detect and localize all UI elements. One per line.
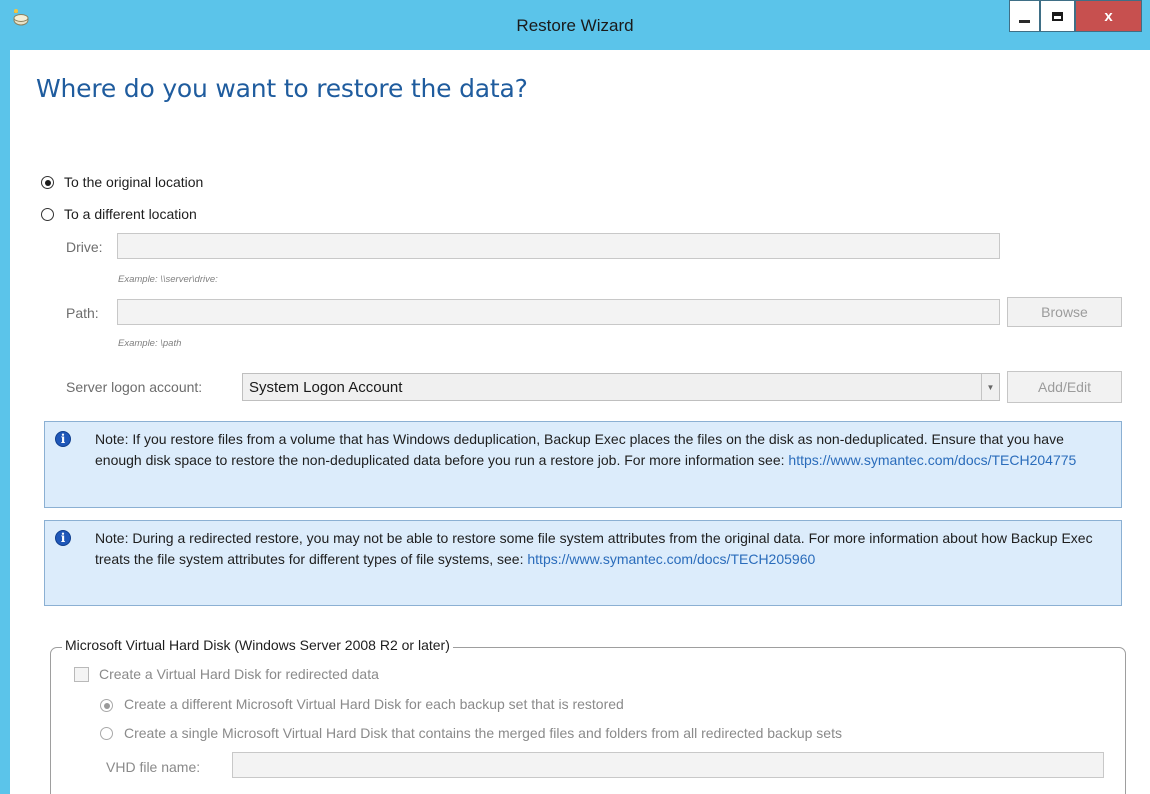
- chevron-down-icon[interactable]: ▼: [981, 374, 999, 400]
- vhd-single-radio[interactable]: [100, 727, 113, 740]
- close-button[interactable]: x: [1075, 0, 1142, 32]
- original-location-radio[interactable]: [41, 176, 54, 189]
- title-bar[interactable]: Restore Wizard x: [0, 0, 1150, 50]
- info-icon: i: [55, 431, 71, 447]
- redirected-restore-note-text: Note: During a redirected restore, you m…: [95, 528, 1105, 570]
- add-edit-button[interactable]: Add/Edit: [1007, 371, 1122, 403]
- path-field[interactable]: [117, 299, 1000, 325]
- window-title: Restore Wizard: [516, 16, 634, 35]
- wizard-content: Where do you want to restore the data? T…: [10, 50, 1150, 794]
- dedup-note-link[interactable]: https://www.symantec.com/docs/TECH204775: [788, 452, 1076, 468]
- info-icon: i: [55, 530, 71, 546]
- create-vhd-label[interactable]: Create a Virtual Hard Disk for redirecte…: [99, 666, 379, 682]
- dedup-note: i Note: If you restore files from a volu…: [44, 421, 1122, 508]
- different-location-label[interactable]: To a different location: [64, 206, 197, 222]
- create-vhd-checkbox[interactable]: [74, 667, 89, 682]
- minimize-button[interactable]: [1009, 0, 1040, 32]
- vhd-group-title: Microsoft Virtual Hard Disk (Windows Ser…: [62, 637, 453, 653]
- drive-field[interactable]: [117, 233, 1000, 259]
- redirected-restore-note: i Note: During a redirected restore, you…: [44, 520, 1122, 606]
- maximize-icon: [1052, 11, 1063, 21]
- server-logon-label: Server logon account:: [66, 379, 203, 395]
- path-example: Example: \path: [118, 338, 182, 349]
- original-location-label[interactable]: To the original location: [64, 174, 203, 190]
- drive-label: Drive:: [66, 239, 103, 255]
- close-icon: x: [1104, 7, 1113, 25]
- vhd-file-name-label: VHD file name:: [106, 759, 201, 775]
- minimize-icon: [1019, 19, 1030, 23]
- server-logon-select[interactable]: System Logon Account ▼: [242, 373, 1000, 401]
- vhd-each-set-radio[interactable]: [100, 699, 113, 712]
- maximize-button[interactable]: [1040, 0, 1075, 32]
- vhd-file-name-field[interactable]: [232, 752, 1104, 778]
- vhd-each-set-label[interactable]: Create a different Microsoft Virtual Har…: [124, 696, 624, 712]
- server-logon-value: System Logon Account: [249, 379, 403, 396]
- dedup-note-text: Note: If you restore files from a volume…: [95, 429, 1105, 471]
- path-label: Path:: [66, 305, 99, 321]
- different-location-radio[interactable]: [41, 208, 54, 221]
- browse-button[interactable]: Browse: [1007, 297, 1122, 327]
- page-title: Where do you want to restore the data?: [36, 74, 528, 103]
- drive-example: Example: \\server\drive:: [118, 274, 218, 285]
- redirected-restore-note-link[interactable]: https://www.symantec.com/docs/TECH205960: [527, 551, 815, 567]
- vhd-single-label[interactable]: Create a single Microsoft Virtual Hard D…: [124, 725, 842, 741]
